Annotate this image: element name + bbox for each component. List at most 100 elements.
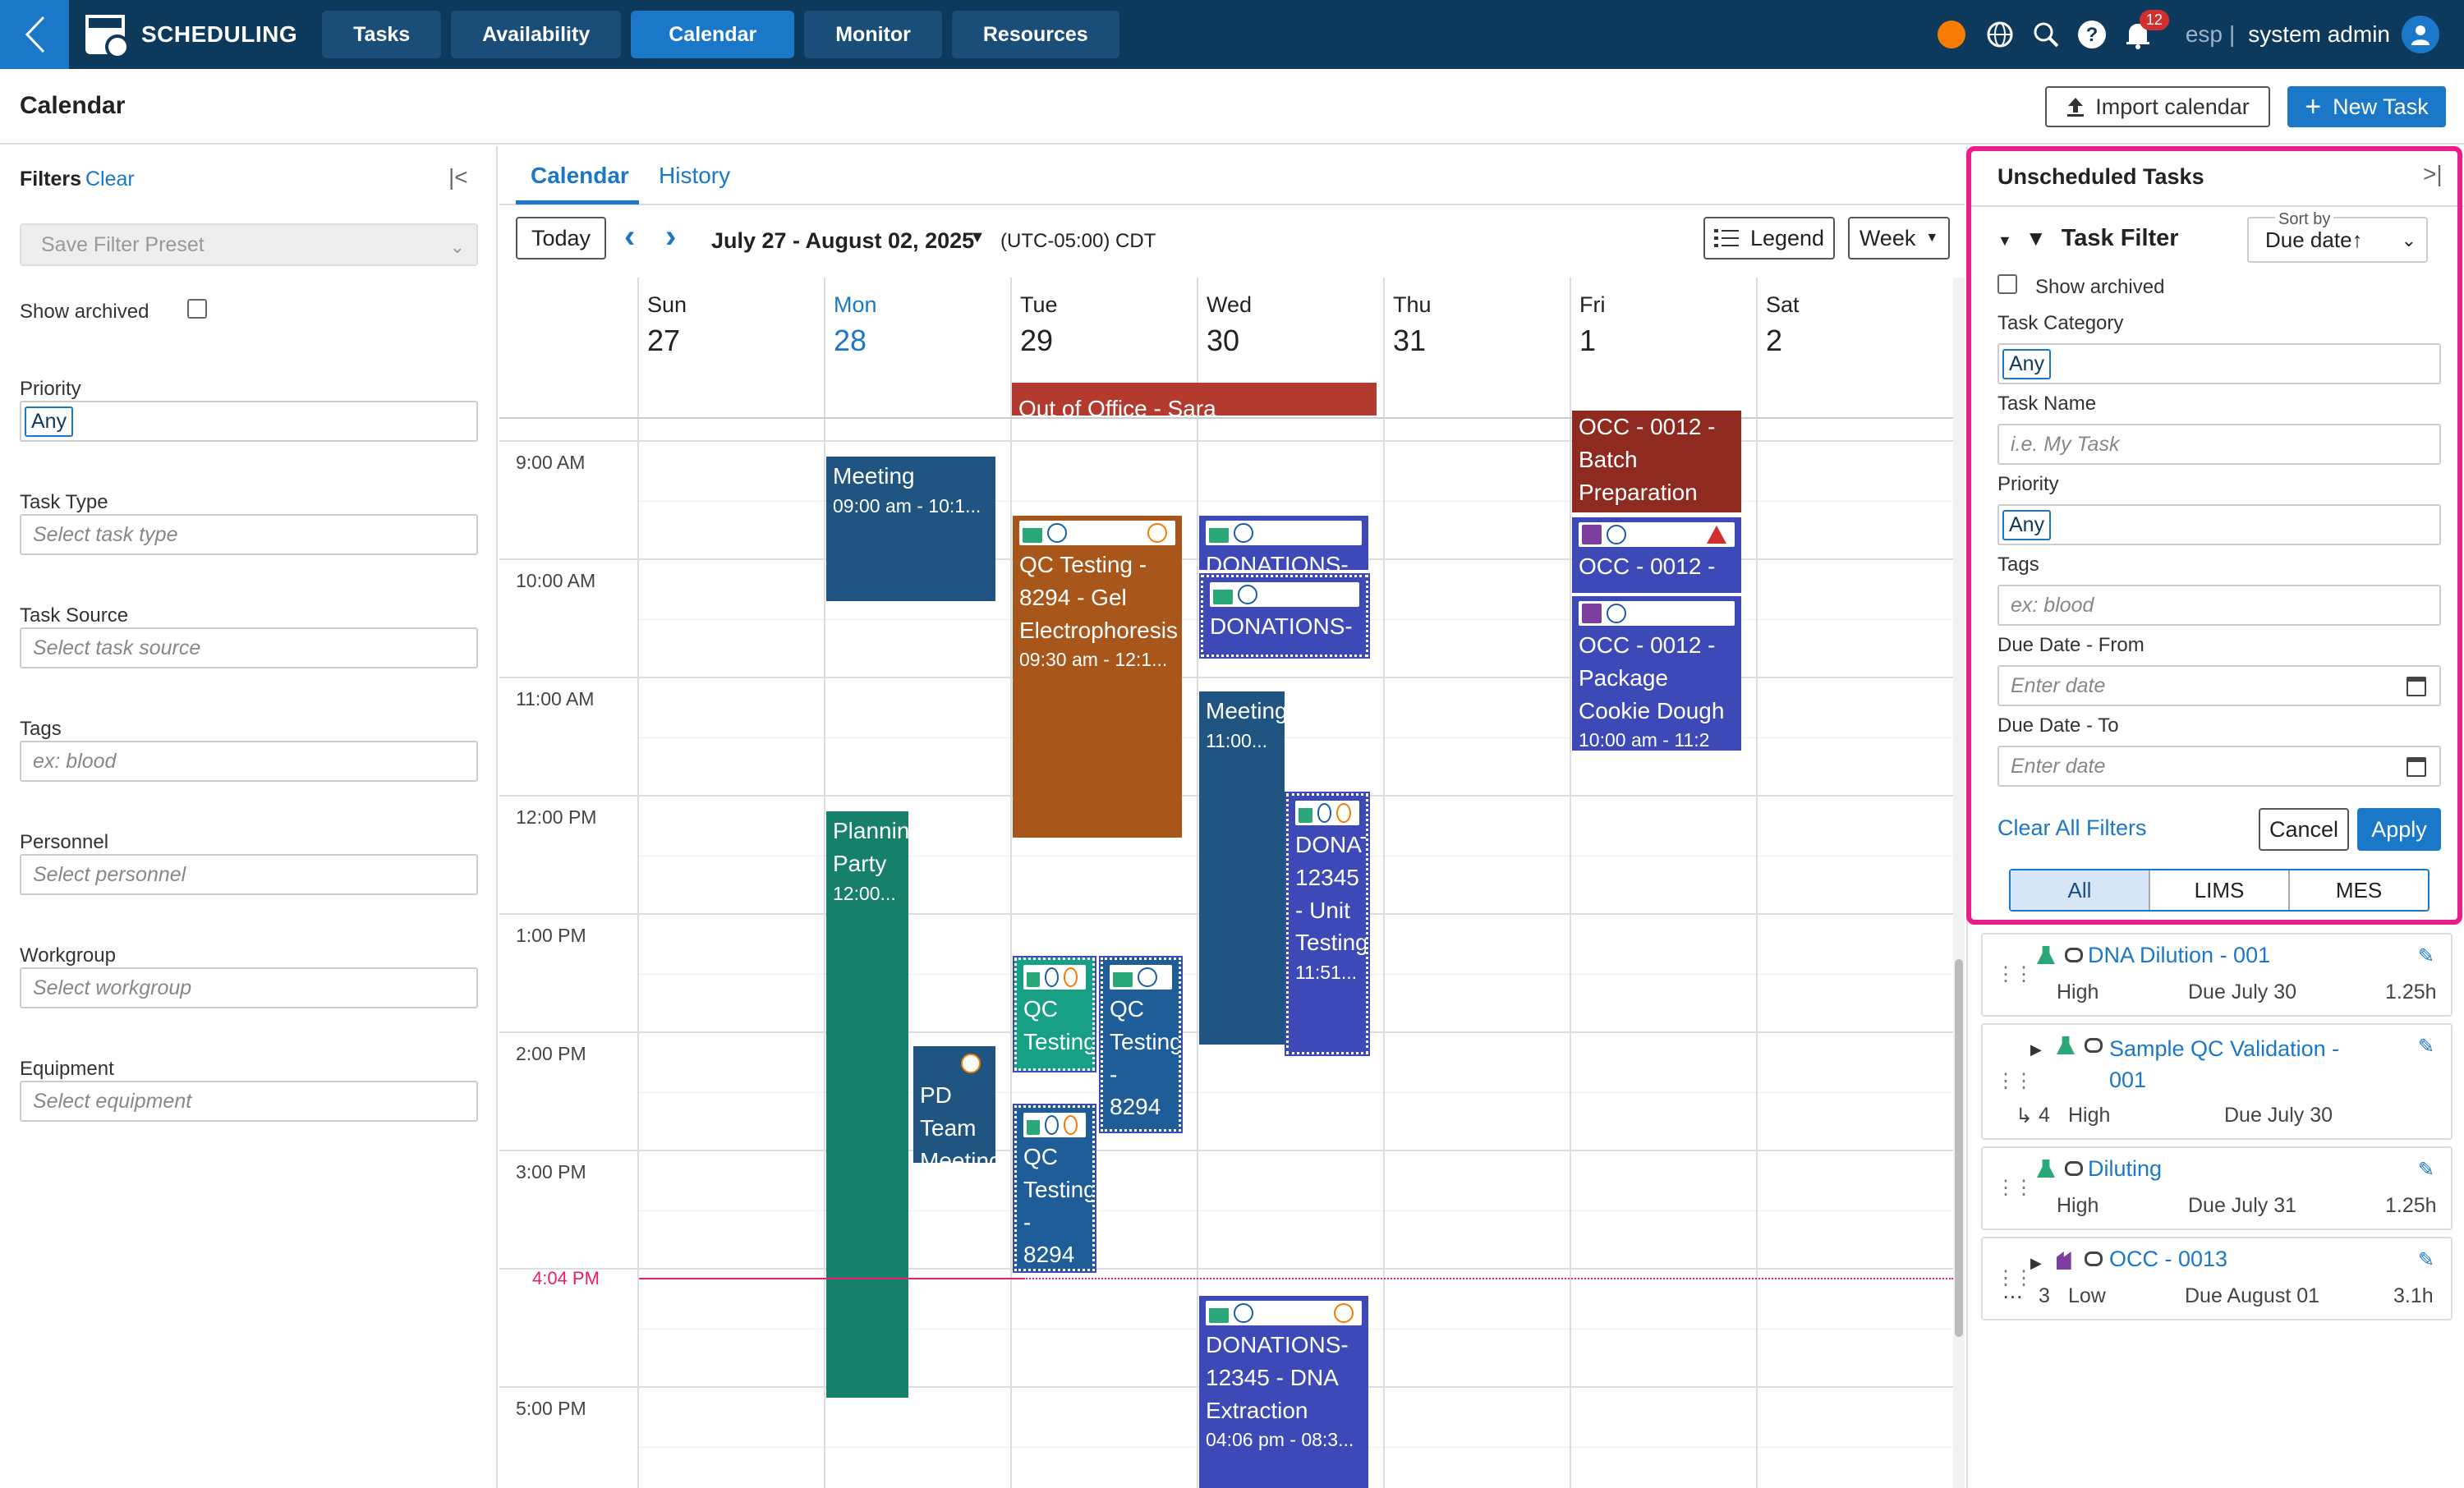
task-name[interactable]: DNA Dilution - 001 xyxy=(2088,943,2270,968)
workgroup-select[interactable]: Select workgroup xyxy=(20,967,478,1008)
task-card[interactable]: ⋮⋮ DNA Dilution - 001 ✎ High Due July 30… xyxy=(1981,933,2453,1017)
event-donations-unit-testing[interactable]: DONATIONS-12345 - Unit Testing 11:51... xyxy=(1285,792,1370,1056)
status-indicator[interactable] xyxy=(1937,21,1965,48)
filters-clear-link[interactable]: Clear xyxy=(85,168,135,191)
task-card[interactable]: ⋮⋮ Diluting ✎ High Due July 31 1.25h xyxy=(1981,1146,2453,1230)
event-meeting-wed[interactable]: Meeting 11:00... xyxy=(1199,691,1285,1045)
notifications-bell-icon[interactable]: 12 xyxy=(2122,10,2169,51)
drag-handle-icon[interactable]: ⋮⋮ xyxy=(1996,1176,2034,1200)
day-header-sun[interactable]: Sun 27 xyxy=(637,278,824,417)
task-name[interactable]: OCC - 0013 xyxy=(2109,1247,2227,1272)
event-qc-testing-blue[interactable]: QC Testing - 8294 - xyxy=(1099,956,1183,1133)
task-card[interactable]: ⋮⋮ ▶ Sample QC Validation - 001 ✎ ↳ 4 Hi… xyxy=(1981,1023,2453,1140)
flask-icon xyxy=(2057,1036,2075,1054)
show-archived-checkbox[interactable] xyxy=(187,299,207,319)
date-range-picker[interactable]: July 27 - August 02, 2025 xyxy=(711,228,974,254)
event-occ-package[interactable]: OCC - 0012 - Package Cookie Dough 10:00 … xyxy=(1572,596,1741,751)
user-name[interactable]: system admin xyxy=(2248,21,2390,48)
nav-tasks[interactable]: Tasks xyxy=(322,11,442,58)
edit-icon[interactable]: ✎ xyxy=(2418,1035,2434,1059)
day-column[interactable] xyxy=(1383,417,1385,1488)
day-name: Tue xyxy=(1020,292,1058,317)
nav-calendar[interactable]: Calendar xyxy=(631,11,795,58)
event-pd-team[interactable]: PD Team Meeting xyxy=(913,1046,995,1163)
preset-placeholder: Save Filter Preset xyxy=(41,232,205,256)
day-column[interactable] xyxy=(1570,417,1571,1488)
nav-monitor[interactable]: Monitor xyxy=(804,11,942,58)
import-calendar-button[interactable]: Import calendar xyxy=(2045,86,2270,127)
event-occ-0012[interactable]: OCC - 0012 - xyxy=(1572,517,1741,593)
calendar-scrollbar[interactable] xyxy=(1953,278,1965,1488)
save-filter-preset-select[interactable]: Save Filter Preset ⌄ xyxy=(20,223,478,266)
task-source-select[interactable]: Select task source xyxy=(20,627,478,668)
nav-availability[interactable]: Availability xyxy=(451,11,622,58)
legend-button[interactable]: Legend xyxy=(1703,217,1835,259)
flask-icon xyxy=(1113,967,1133,987)
edit-icon[interactable]: ✎ xyxy=(2418,944,2434,968)
drag-handle-icon[interactable]: ⋮⋮ xyxy=(1996,1069,2034,1093)
day-header-thu[interactable]: Thu 31 xyxy=(1383,278,1570,417)
alert-icon xyxy=(961,1054,981,1073)
day-number: 31 xyxy=(1393,324,1427,357)
hour-label: 1:00 PM xyxy=(516,925,586,946)
edit-icon[interactable]: ✎ xyxy=(2418,1248,2434,1272)
clock-icon xyxy=(1138,967,1157,987)
globe-icon[interactable] xyxy=(1984,18,2016,51)
personnel-select[interactable]: Select personnel xyxy=(20,854,478,895)
scrollbar-thumb[interactable] xyxy=(1955,959,1963,1337)
day-column[interactable] xyxy=(637,417,639,1488)
task-name[interactable]: Sample QC Validation - 001 xyxy=(2109,1033,2380,1096)
task-name[interactable]: Diluting xyxy=(2088,1156,2162,1182)
expand-caret-icon[interactable]: ▶ xyxy=(2030,1041,2042,1059)
new-task-button[interactable]: + New Task xyxy=(2287,86,2446,127)
tags-input[interactable]: ex: blood xyxy=(20,741,478,782)
collapse-left-icon[interactable]: |< xyxy=(448,164,468,191)
event-planning-party[interactable]: Planning Party 12:00... xyxy=(826,811,908,1398)
prev-week-icon[interactable]: ‹ xyxy=(624,218,635,255)
next-week-icon[interactable]: › xyxy=(665,218,676,255)
import-calendar-label: Import calendar xyxy=(2095,94,2250,119)
tab-calendar[interactable]: Calendar xyxy=(531,163,629,189)
edit-icon[interactable]: ✎ xyxy=(2418,1158,2434,1182)
day-header-sat[interactable]: Sat 2 xyxy=(1756,278,1942,417)
day-column[interactable] xyxy=(1756,417,1758,1488)
help-icon[interactable]: ? xyxy=(2076,18,2108,51)
tab-history[interactable]: History xyxy=(659,163,730,189)
caret-down-icon[interactable]: ▼ xyxy=(969,228,986,247)
task-type-select[interactable]: Select task type xyxy=(20,514,478,555)
expand-caret-icon[interactable]: ▶ xyxy=(2030,1255,2042,1272)
event-qc-testing-blue-2[interactable]: QC Testing - 8294 - xyxy=(1013,1104,1096,1273)
event-qc-testing-green[interactable]: QC Testing xyxy=(1013,956,1096,1072)
day-column[interactable] xyxy=(1010,417,1012,1488)
drag-handle-icon[interactable]: ⋮⋮ xyxy=(1996,962,2034,986)
task-card[interactable]: ⋮⋮ ▶ OCC - 0013 ✎ ⋯ 3 Low Due August 01 … xyxy=(1981,1237,2453,1320)
equipment-select[interactable]: Select equipment xyxy=(20,1081,478,1122)
list-icon xyxy=(1713,229,1739,247)
back-button[interactable] xyxy=(0,0,69,69)
event-occ-batch[interactable]: OCC - 0012 - Batch Preparation xyxy=(1572,411,1741,512)
priority-select[interactable]: Any xyxy=(20,401,478,442)
event-donations-a[interactable]: DONATIONS- xyxy=(1199,516,1368,570)
day-column[interactable] xyxy=(824,417,825,1488)
event-out-of-office[interactable]: Out of Office - Sara xyxy=(1012,383,1377,416)
today-button[interactable]: Today xyxy=(516,217,606,259)
language-switch[interactable]: esp xyxy=(2186,21,2223,48)
event-qc-gel[interactable]: QC Testing - 8294 - Gel Electrophoresis … xyxy=(1013,516,1182,838)
event-meeting-mon[interactable]: Meeting 09:00 am - 10:1... xyxy=(826,457,995,601)
view-select[interactable]: Week ▼ xyxy=(1848,217,1950,259)
event-icons xyxy=(1023,1113,1086,1137)
day-header-fri[interactable]: Fri 1 xyxy=(1570,278,1756,417)
search-icon[interactable] xyxy=(2030,18,2062,51)
user-avatar-icon[interactable] xyxy=(2402,16,2439,53)
event-donations-b[interactable]: DONATIONS- xyxy=(1199,573,1370,659)
day-header-mon[interactable]: Mon 28 xyxy=(824,278,1010,417)
day-column[interactable] xyxy=(1197,417,1198,1488)
nav-resources[interactable]: Resources xyxy=(951,11,1119,58)
priority-label: Priority xyxy=(20,378,81,400)
priority-chip[interactable]: Any xyxy=(25,406,74,437)
alert-icon xyxy=(1063,967,1078,987)
event-dna-extraction[interactable]: DONATIONS-12345 - DNA Extraction 04:06 p… xyxy=(1199,1296,1368,1488)
hour-label: 3:00 PM xyxy=(516,1161,586,1183)
factory-icon xyxy=(1582,525,1602,544)
clock-icon xyxy=(1238,585,1257,604)
